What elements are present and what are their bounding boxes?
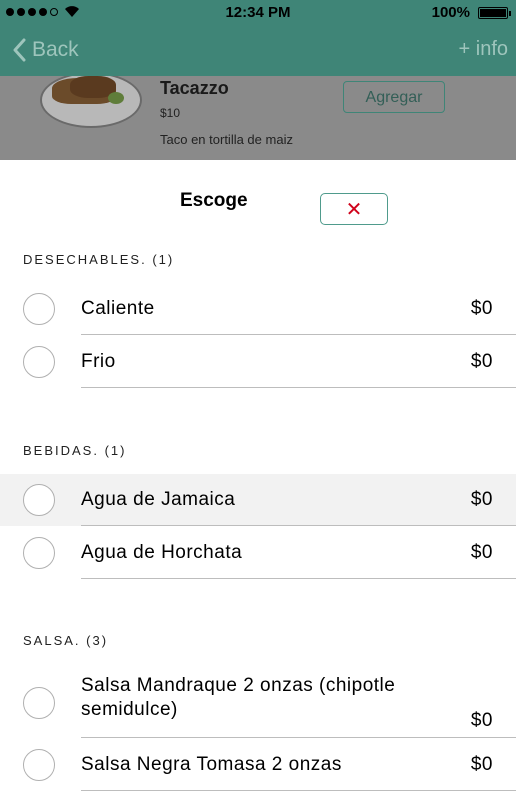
divider: [81, 387, 516, 388]
option-price: $0: [470, 298, 493, 319]
section-header-bebidas: BEBIDAS. (1): [23, 443, 127, 458]
option-label: Salsa Negra Tomasa 2 onzas: [81, 754, 342, 775]
divider: [81, 334, 516, 335]
option-price: $0: [470, 542, 493, 563]
back-label: Back: [32, 38, 79, 61]
option-row-frio[interactable]: Frio $0: [0, 336, 516, 388]
radio-button[interactable]: [23, 687, 55, 719]
radio-button[interactable]: [23, 537, 55, 569]
radio-button[interactable]: [23, 346, 55, 378]
product-name: Tacazzo: [160, 78, 229, 98]
option-price: $0: [470, 489, 493, 510]
back-button[interactable]: Back: [12, 38, 79, 62]
option-row-salsa-mandraque[interactable]: Salsa Mandraque 2 onzas (chipotle semidu…: [0, 668, 516, 738]
product-price: $10: [160, 106, 181, 120]
option-label: Caliente: [81, 298, 155, 319]
radio-button[interactable]: [23, 484, 55, 516]
options-sheet: Escoge ✕ DESECHABLES. (1) Caliente $0 Fr…: [0, 160, 516, 800]
option-label: Agua de Horchata: [81, 542, 243, 563]
divider: [81, 790, 516, 791]
product-card: Tacazzo $10 Taco en tortilla de maiz Agr…: [0, 76, 516, 160]
option-row-agua-de-jamaica[interactable]: Agua de Jamaica $0: [0, 474, 516, 526]
section-header-desechables: DESECHABLES. (1): [23, 252, 175, 267]
close-button[interactable]: ✕: [320, 193, 388, 225]
option-row-salsa-negra-tomasa[interactable]: Salsa Negra Tomasa 2 onzas $0: [0, 739, 516, 791]
option-label: Agua de Jamaica: [81, 489, 236, 510]
section-header-salsa: SALSA. (3): [23, 633, 109, 648]
option-row-caliente[interactable]: Caliente $0: [0, 283, 516, 335]
battery-percent: 100%: [431, 4, 470, 21]
sheet-title: Escoge: [180, 190, 248, 211]
add-button[interactable]: Agregar: [343, 81, 445, 113]
divider: [81, 578, 516, 579]
divider: [81, 525, 516, 526]
product-description: Taco en tortilla de maiz: [160, 132, 293, 147]
nav-bar: Back + info: [0, 26, 516, 76]
chevron-left-icon: [13, 38, 26, 62]
option-row-agua-de-horchata[interactable]: Agua de Horchata $0: [0, 527, 516, 579]
option-label: Frio: [81, 351, 116, 372]
option-price: $0: [470, 710, 493, 731]
battery-icon: [478, 7, 511, 19]
option-price: $0: [470, 351, 493, 372]
status-bar: 12:34 PM 100%: [0, 0, 516, 26]
info-button[interactable]: + info: [459, 38, 508, 61]
radio-button[interactable]: [23, 749, 55, 781]
close-icon: ✕: [345, 198, 363, 221]
divider: [81, 737, 516, 738]
radio-button[interactable]: [23, 293, 55, 325]
option-label: Salsa Mandraque 2 onzas (chipotle semidu…: [81, 675, 396, 720]
option-price: $0: [470, 754, 493, 775]
